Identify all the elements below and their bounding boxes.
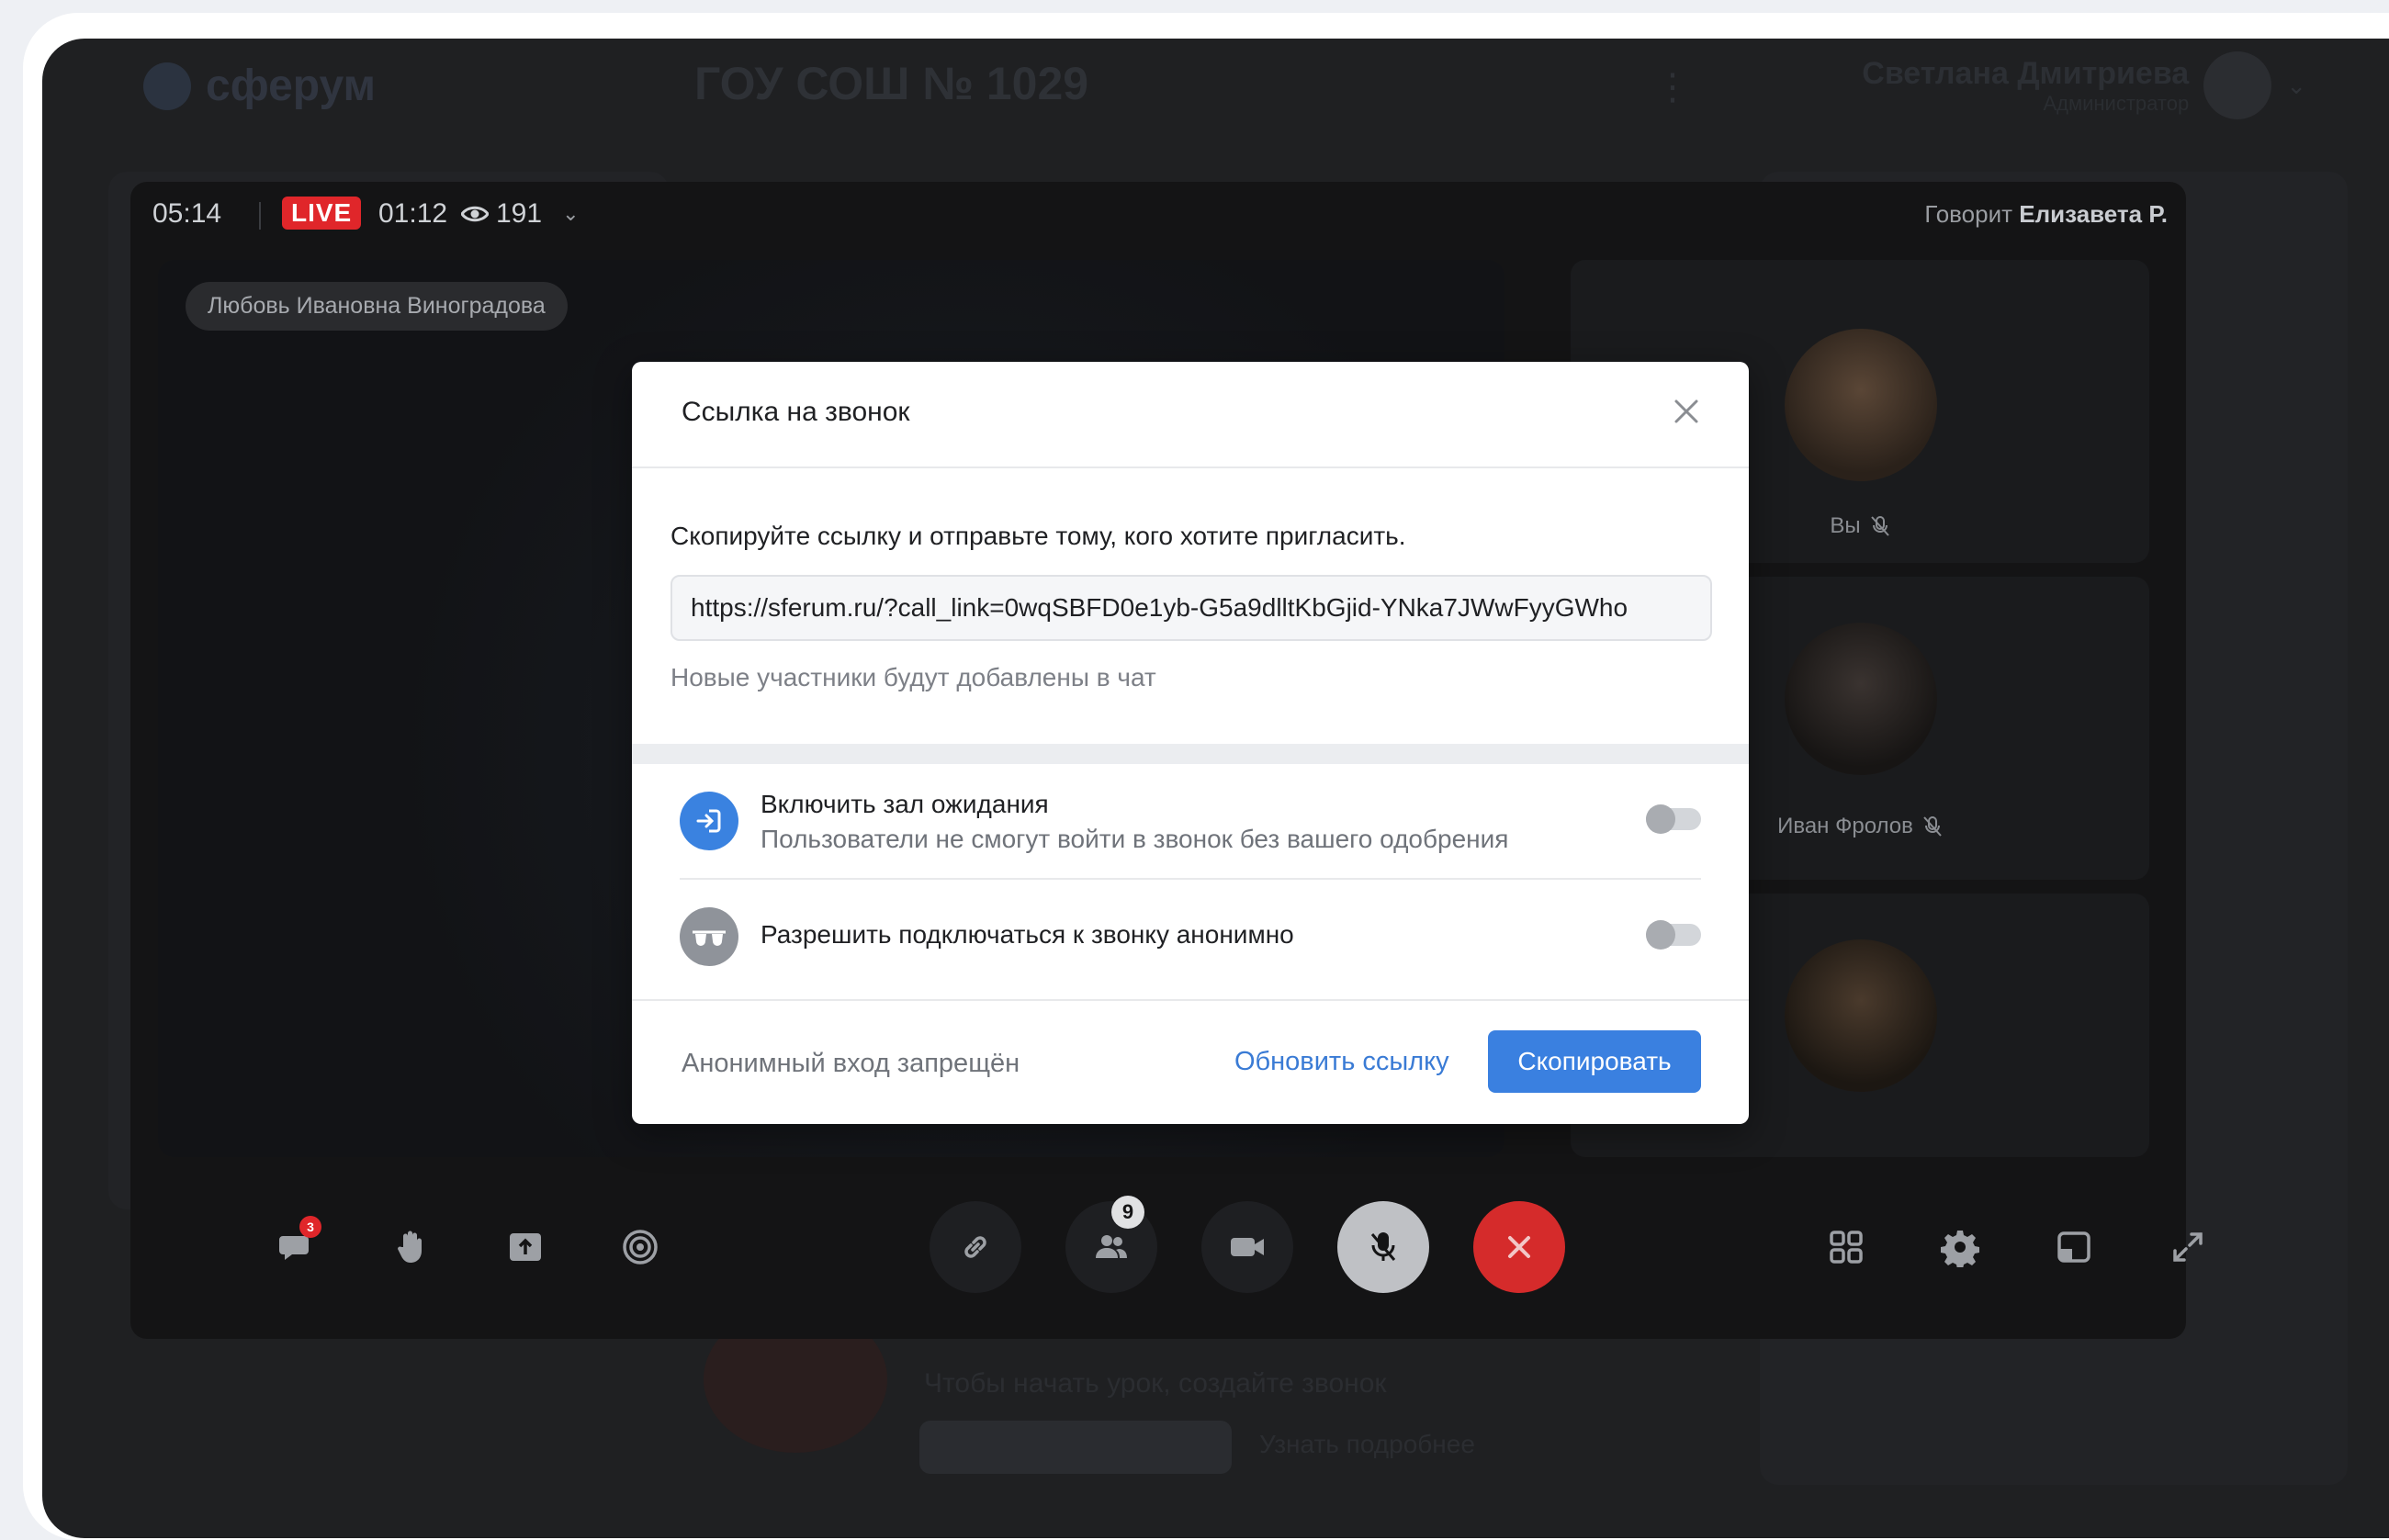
option-title: Разрешить подключаться к звонку анонимно — [761, 920, 1294, 949]
expand-icon — [2173, 1232, 2203, 1262]
app-header: сферум ГОУ СОШ № 1029 ⋮ Светлана Дмитрие… — [42, 39, 2389, 140]
mic-off-icon — [1870, 516, 1889, 536]
share-screen-button[interactable] — [479, 1201, 571, 1293]
hand-icon — [398, 1231, 422, 1263]
gear-icon — [1941, 1231, 1979, 1267]
divider — [259, 202, 261, 230]
call-link-input[interactable] — [670, 575, 1712, 641]
option-title: Включить зал ожидания — [761, 790, 1049, 818]
picture-in-picture-button[interactable] — [2028, 1201, 2120, 1293]
mic-off-icon — [1923, 816, 1942, 837]
anonymous-join-option[interactable]: Разрешить подключаться к звонку анонимно — [680, 878, 1701, 994]
hint-text: Новые участники будут добавлены в чат — [670, 663, 1156, 691]
option-subtitle: Пользователи не смогут войти в звонок бе… — [761, 825, 1509, 853]
waiting-room-toggle[interactable] — [1646, 804, 1701, 834]
call-link-button[interactable] — [930, 1201, 1021, 1293]
microphone-button[interactable] — [1337, 1201, 1429, 1293]
instruction-text: Скопируйте ссылку и отправьте тому, кого… — [670, 522, 1406, 550]
refresh-link-button[interactable]: Обновить ссылку — [1234, 1047, 1449, 1077]
grid-icon — [1830, 1231, 1863, 1264]
copy-button[interactable]: Скопировать — [1488, 1030, 1701, 1093]
user-role: Администратор — [2043, 91, 2190, 115]
participants-button[interactable]: 9 — [1065, 1196, 1157, 1293]
target-icon — [623, 1230, 658, 1265]
participants-count-badge: 9 — [1111, 1196, 1144, 1229]
avatar — [1785, 939, 1937, 1092]
dialog-title: Ссылка на звонок — [682, 397, 910, 427]
call-topbar: 05:14 LIVE 01:12 191 ⌄ Говорит Елизавета… — [130, 182, 2186, 246]
background-link: Узнать подробнее — [1259, 1430, 1475, 1458]
dialog-header: Ссылка на звонок — [632, 362, 1749, 468]
background-text: Чтобы начать урок, создайте звонок — [924, 1368, 1387, 1399]
viewers-counter[interactable]: 191 ⌄ — [461, 198, 580, 230]
mic-off-icon — [1370, 1232, 1396, 1261]
section-divider — [632, 744, 1749, 764]
user-menu: Светлана Дмитриева Администратор ⌄ — [1862, 51, 2306, 119]
fullscreen-button[interactable] — [2142, 1201, 2234, 1293]
broadcast-button[interactable] — [594, 1201, 686, 1293]
anonymous-join-toggle[interactable] — [1646, 920, 1701, 950]
avatar — [1785, 623, 1937, 775]
anonymous-status: Анонимный вход запрещён — [682, 1049, 1020, 1078]
user-name: Светлана Дмитриева — [1862, 55, 2190, 91]
avatar — [1785, 329, 1937, 481]
link-section: Скопируйте ссылку и отправьте тому, кого… — [632, 468, 1749, 744]
incognito-icon — [680, 907, 738, 966]
chevron-down-icon: ⌄ — [2286, 71, 2306, 99]
live-timer: 01:12 — [378, 198, 448, 229]
pip-icon — [2057, 1231, 2090, 1263]
dialog-footer: Анонимный вход запрещён Обновить ссылку … — [632, 999, 1749, 1124]
more-icon: ⋮ — [1654, 67, 1691, 107]
eye-icon — [461, 206, 489, 222]
settings-button[interactable] — [1914, 1201, 2006, 1293]
brand-name: сферум — [206, 62, 377, 110]
share-screen-icon — [510, 1233, 541, 1261]
close-icon — [1508, 1236, 1530, 1258]
live-badge: LIVE — [282, 197, 362, 230]
call-timer: 05:14 — [152, 198, 222, 229]
call-controls: 3 9 — [130, 1196, 2203, 1330]
call-link-dialog: Ссылка на звонок Скопируйте ссылку и отп… — [632, 362, 1749, 1124]
brand: сферум — [143, 61, 376, 111]
close-button[interactable] — [1668, 393, 1705, 430]
grid-layout-button[interactable] — [1800, 1201, 1892, 1293]
waiting-room-option[interactable]: Включить зал ожидания Пользователи не см… — [632, 764, 1749, 878]
avatar — [2203, 51, 2272, 119]
background-button — [919, 1421, 1232, 1474]
chevron-down-icon: ⌄ — [562, 202, 580, 225]
end-call-button[interactable] — [1473, 1201, 1565, 1293]
chat-badge: 3 — [299, 1216, 321, 1238]
close-icon — [1674, 399, 1698, 423]
viewers-count: 191 — [496, 198, 543, 229]
link-icon — [964, 1236, 986, 1258]
participant-name: Любовь Ивановна Виноградова — [186, 282, 568, 331]
chat-button[interactable]: 3 — [250, 1201, 342, 1293]
brand-logo-icon — [143, 62, 191, 110]
school-title: ГОУ СОШ № 1029 — [694, 58, 1089, 109]
camera-icon — [1231, 1238, 1264, 1256]
camera-button[interactable] — [1201, 1201, 1293, 1293]
raise-hand-button[interactable] — [365, 1201, 456, 1293]
enter-icon — [680, 792, 738, 850]
active-speaker: Говорит Елизавета Р. — [1924, 200, 2168, 228]
users-icon — [1096, 1235, 1127, 1258]
